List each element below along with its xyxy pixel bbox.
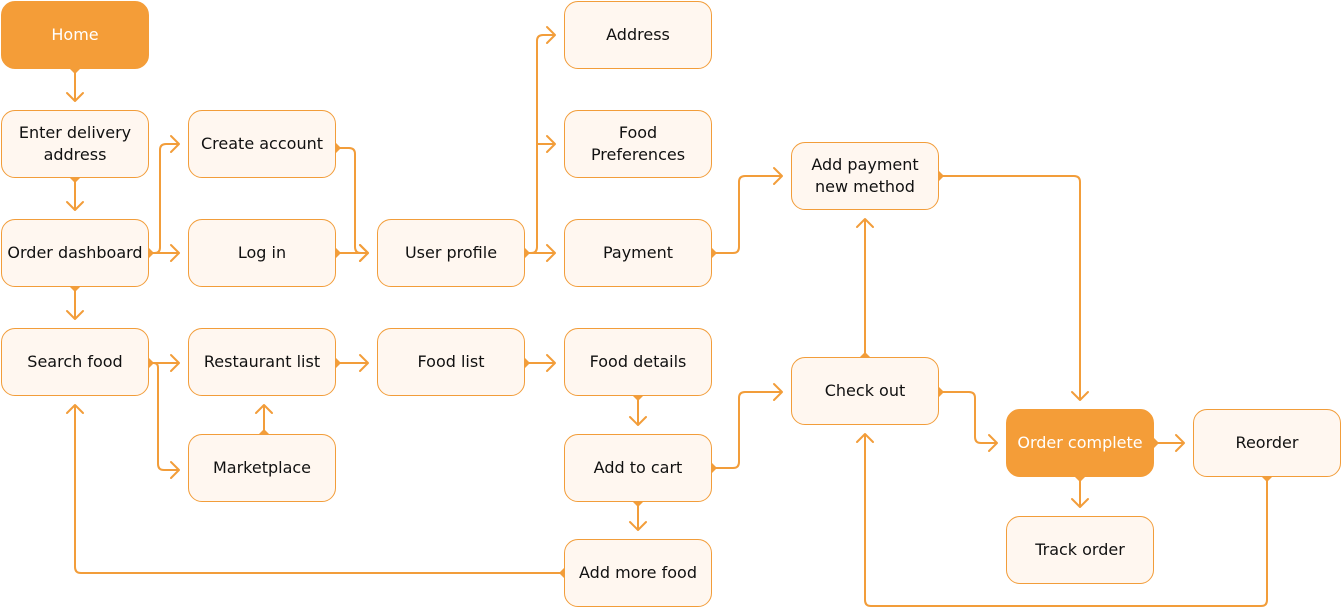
node-food-details[interactable]: Food details (564, 328, 712, 396)
node-label: Create account (201, 134, 323, 153)
node-restaurant-list[interactable]: Restaurant list (188, 328, 336, 396)
node-label: Payment (602, 243, 674, 262)
edge-food-details-to-add-to-cart (629, 391, 647, 426)
connector-line (939, 175, 1081, 400)
edge-order-complete-to-track-order (1071, 472, 1089, 508)
node-add-payment-new-method[interactable]: Add payment new method (791, 142, 939, 210)
connector-line (336, 147, 368, 254)
node-enter-delivery-address[interactable]: Enter delivery address (1, 110, 149, 178)
edge-user-profile-to-food-preferences (537, 135, 556, 153)
edge-user-profile-to-payment (525, 244, 556, 262)
node-label: Order dashboard (7, 243, 143, 262)
node-food-preferences[interactable]: Food Preferences (564, 110, 712, 178)
node-label: User profile (404, 243, 498, 262)
node-label: Enter delivery address (18, 123, 132, 164)
node-label: Marketplace (212, 458, 312, 477)
node-log-in[interactable]: Log in (188, 219, 336, 287)
node-track-order[interactable]: Track order (1006, 516, 1154, 584)
node-label: Address (606, 25, 670, 44)
node-food-list[interactable]: Food list (377, 328, 525, 396)
edge-order-dashboard-to-create-account (144, 135, 180, 258)
edge-enter-delivery-address-to-order-dashboard (66, 173, 84, 211)
node-label: Add to cart (593, 458, 683, 477)
node-add-more-food[interactable]: Add more food (564, 539, 712, 607)
node-label: Check out (824, 381, 906, 400)
edge-add-to-cart-to-check-out (707, 383, 783, 473)
node-label: Track order (1035, 540, 1125, 559)
node-label: Log in (237, 243, 287, 262)
node-label: Food details (589, 352, 687, 371)
node-order-dashboard[interactable]: Order dashboard (1, 219, 149, 287)
node-label: Restaurant list (203, 352, 321, 371)
edge-order-dashboard-to-log-in (149, 244, 180, 262)
node-marketplace[interactable]: Marketplace (188, 434, 336, 502)
node-label: Home (51, 25, 99, 44)
edge-order-complete-to-reorder (1149, 434, 1185, 452)
node-label: Add payment new method (811, 155, 919, 196)
edge-search-food-to-marketplace (149, 362, 180, 479)
connector-line (712, 391, 782, 469)
edge-order-dashboard-to-search-food (66, 282, 84, 320)
node-create-account[interactable]: Create account (188, 110, 336, 178)
connector-line (712, 175, 782, 254)
node-check-out[interactable]: Check out (791, 357, 939, 425)
flow-diagram: Home Enter delivery address Order dashboar… (0, 0, 1342, 609)
connector-line (149, 143, 179, 254)
node-user-profile[interactable]: User profile (377, 219, 525, 287)
node-label: Reorder (1235, 433, 1299, 452)
edge-user-profile-to-address (520, 26, 556, 258)
node-search-food[interactable]: Search food (1, 328, 149, 396)
node-reorder[interactable]: Reorder (1193, 409, 1341, 477)
node-label: Food list (417, 352, 485, 371)
node-address[interactable]: Address (564, 1, 712, 69)
edge-payment-to-add-payment-new-method (707, 167, 783, 258)
edge-restaurant-list-to-food-list (331, 354, 369, 372)
edge-food-list-to-food-details (520, 354, 556, 372)
node-add-to-cart[interactable]: Add to cart (564, 434, 712, 502)
edge-check-out-to-order-complete (934, 387, 998, 452)
node-label: Order complete (1017, 433, 1143, 452)
node-payment[interactable]: Payment (564, 219, 712, 287)
edge-check-out-to-add-payment-new-method (856, 218, 874, 362)
edge-home-to-enter-delivery-address (66, 64, 84, 102)
edge-log-in-to-user-profile (331, 244, 369, 262)
node-label: Search food (27, 352, 123, 371)
edge-add-payment-new-method-to-order-complete (934, 171, 1089, 401)
connector-line (149, 362, 179, 471)
node-order-complete[interactable]: Order complete (1006, 409, 1154, 477)
node-home[interactable]: Home (1, 1, 149, 69)
node-label: Add more food (579, 563, 697, 582)
node-label: Food Preferences (590, 123, 686, 164)
edge-create-account-to-user-profile (331, 143, 369, 262)
